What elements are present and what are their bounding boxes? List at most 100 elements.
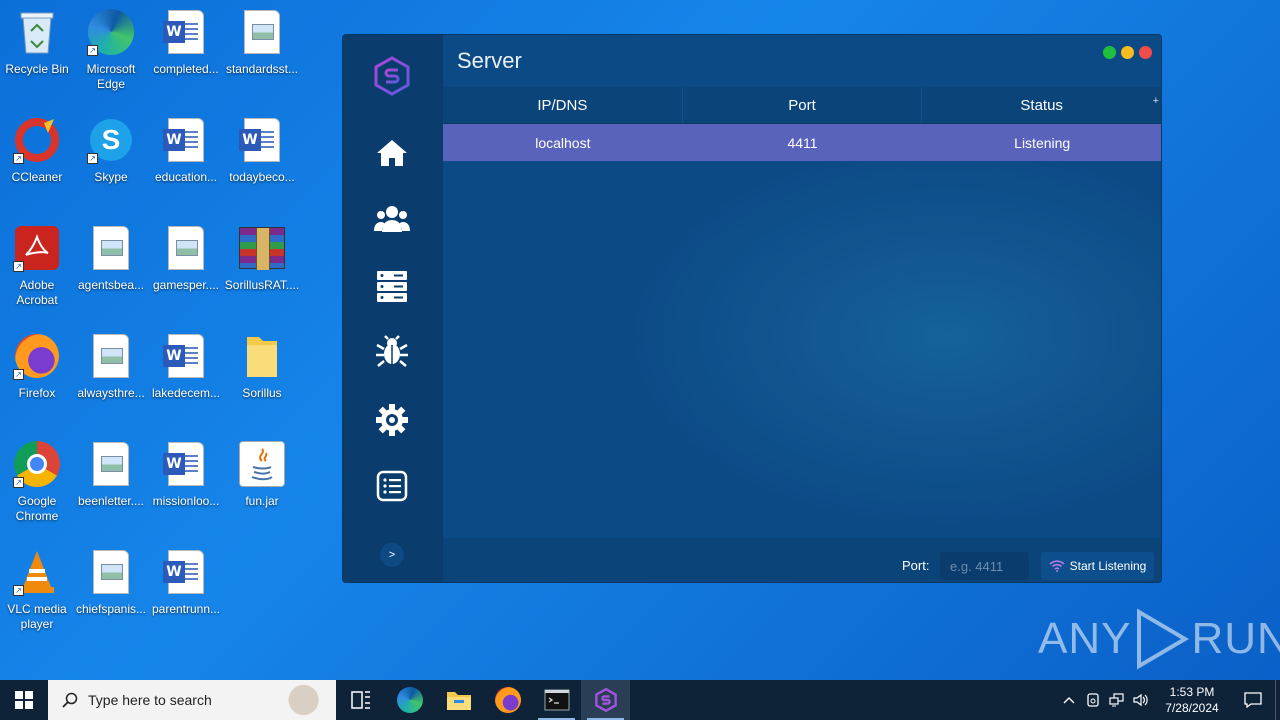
port-label: Port: [902, 558, 930, 573]
skype-icon: S ↗ [87, 116, 135, 164]
word-doc-icon: W [162, 8, 210, 56]
desktop-icon-label: agentsbea... [77, 278, 145, 292]
cell-port: 4411 [787, 134, 818, 151]
taskbar-clock[interactable]: 1:53 PM 7/28/2024 [1153, 684, 1231, 716]
desktop-icon-label: alwaysthre... [77, 386, 145, 400]
task-view-button[interactable] [336, 680, 385, 720]
winrar-icon [238, 224, 286, 272]
desktop-icon-recycle-bin[interactable]: Recycle Bin [0, 8, 74, 77]
desktop-icon-google-chrome[interactable]: ↗ Google Chrome [0, 440, 74, 524]
gear-icon [376, 404, 408, 436]
desktop-icon-winrar-archive[interactable]: SorillusRAT.... [225, 224, 299, 293]
tray-device-icon[interactable] [1081, 680, 1105, 720]
desktop-icon-label: fun.jar [245, 494, 279, 508]
desktop-icon-adobe-acrobat[interactable]: ↗ Adobe Acrobat [0, 224, 74, 308]
page-title: Server [457, 48, 522, 73]
folder-icon [446, 692, 471, 710]
column-header-ip[interactable]: IP/DNS [443, 87, 683, 123]
search-placeholder: Type here to search [88, 692, 212, 708]
tray-overflow-chevron-icon[interactable] [1057, 680, 1081, 720]
chrome-icon: ↗ [13, 440, 61, 488]
desktop-icon-label: Sorillus [242, 386, 282, 400]
app-logo-icon [594, 688, 617, 712]
desktop-icon-word-doc[interactable]: W education... [149, 116, 223, 185]
word-doc-icon: W [162, 440, 210, 488]
desktop-icon-label: education... [154, 170, 218, 184]
desktop-icon-label: standardsst... [225, 62, 299, 76]
desktop-icon-word-doc[interactable]: W missionloo... [149, 440, 223, 509]
start-listening-button[interactable]: Start Listening [1041, 552, 1154, 580]
desktop-icon-word-doc[interactable]: W todaybeco... [225, 116, 299, 185]
desktop-icon-label: SorillusRAT.... [224, 278, 300, 292]
tray-network-icon[interactable] [1105, 680, 1129, 720]
clock-date: 7/28/2024 [1165, 701, 1219, 715]
show-desktop-button[interactable] [1275, 680, 1280, 720]
shortcut-arrow-icon: ↗ [87, 153, 98, 164]
watermark-right: RUN [1191, 614, 1280, 663]
port-input[interactable] [940, 552, 1029, 580]
notifications-button[interactable] [1231, 680, 1275, 720]
desktop-icon-label: parentrunn... [151, 602, 221, 616]
column-header-status[interactable]: Status [922, 87, 1161, 123]
ccleaner-icon: ↗ [13, 116, 61, 164]
desktop-icon-ccleaner[interactable]: ↗ CCleaner [0, 116, 74, 185]
cell-status: Listening [1014, 134, 1071, 151]
taskbar-firefox[interactable] [483, 680, 532, 720]
nav-logs-button[interactable] [373, 467, 411, 505]
desktop-icon-file[interactable]: alwaysthre... [74, 332, 148, 401]
notification-icon [1244, 692, 1262, 708]
users-icon [374, 206, 410, 232]
desktop-icon-folder[interactable]: Sorillus [225, 332, 299, 401]
desktop-icon-label: lakedecem... [151, 386, 221, 400]
shortcut-arrow-icon: ↗ [87, 45, 98, 56]
image-file-icon [87, 224, 135, 272]
maximize-button[interactable] [1103, 46, 1116, 59]
nav-debug-button[interactable] [373, 333, 411, 371]
word-doc-icon: W [162, 548, 210, 596]
system-tray: 1:53 PM 7/28/2024 [1057, 680, 1280, 720]
home-icon [377, 140, 407, 166]
nav-server-button[interactable] [373, 267, 411, 305]
shortcut-arrow-icon: ↗ [13, 477, 24, 488]
taskbar-sorillus[interactable] [581, 680, 630, 720]
desktop-icon-label: Microsoft Edge [86, 62, 136, 91]
desktop-icon-microsoft-edge[interactable]: ↗ Microsoft Edge [74, 8, 148, 92]
desktop-icon-label: todaybeco... [229, 170, 295, 184]
image-file-icon [238, 8, 286, 56]
start-listening-label: Start Listening [1069, 559, 1147, 573]
desktop-icon-file[interactable]: beenletter.... [74, 440, 148, 509]
nav-clients-button[interactable] [373, 200, 411, 238]
nav-settings-button[interactable] [373, 401, 411, 439]
desktop-icon-file[interactable]: agentsbea... [74, 224, 148, 293]
desktop-icon-file[interactable]: gamesper.... [149, 224, 223, 293]
desktop-icon-label: VLC media player [7, 602, 67, 631]
desktop-icon-firefox[interactable]: ↗ Firefox [0, 332, 74, 401]
taskbar-edge[interactable] [385, 680, 434, 720]
table-row[interactable]: localhost 4411 Listening [443, 124, 1161, 161]
desktop-icon-file[interactable]: chiefspanis... [74, 548, 148, 617]
column-header-port[interactable]: Port [683, 87, 923, 123]
word-doc-icon: W [162, 116, 210, 164]
taskbar-search[interactable]: Type here to search [48, 680, 336, 720]
clock-time: 1:53 PM [1169, 685, 1215, 699]
desktop-icon-word-doc[interactable]: W parentrunn... [149, 548, 223, 617]
shortcut-arrow-icon: ↗ [13, 261, 24, 272]
desktop-icon-file[interactable]: standardsst... [225, 8, 299, 77]
taskbar-cmd[interactable] [532, 680, 581, 720]
start-button[interactable] [0, 680, 48, 720]
desktop-icon-java-jar[interactable]: fun.jar [225, 440, 299, 509]
taskbar: Type here to search 1:53 PM 7/28/2024 [0, 680, 1280, 720]
desktop-icon-word-doc[interactable]: W lakedecem... [149, 332, 223, 401]
desktop-icon-vlc[interactable]: ↗ VLC media player [0, 548, 74, 632]
close-button[interactable] [1139, 46, 1152, 59]
task-view-icon [350, 691, 370, 709]
minimize-button[interactable] [1121, 46, 1134, 59]
edge-icon: ↗ [87, 8, 135, 56]
taskbar-file-explorer[interactable] [434, 680, 483, 720]
nav-home-button[interactable] [373, 134, 411, 172]
desktop-icon-skype[interactable]: S ↗ Skype [74, 116, 148, 185]
desktop-icon-word-doc[interactable]: W completed... [149, 8, 223, 77]
tray-volume-icon[interactable] [1129, 680, 1153, 720]
app-logo-icon [372, 56, 412, 96]
sidebar-expand-button[interactable]: > [380, 543, 404, 567]
